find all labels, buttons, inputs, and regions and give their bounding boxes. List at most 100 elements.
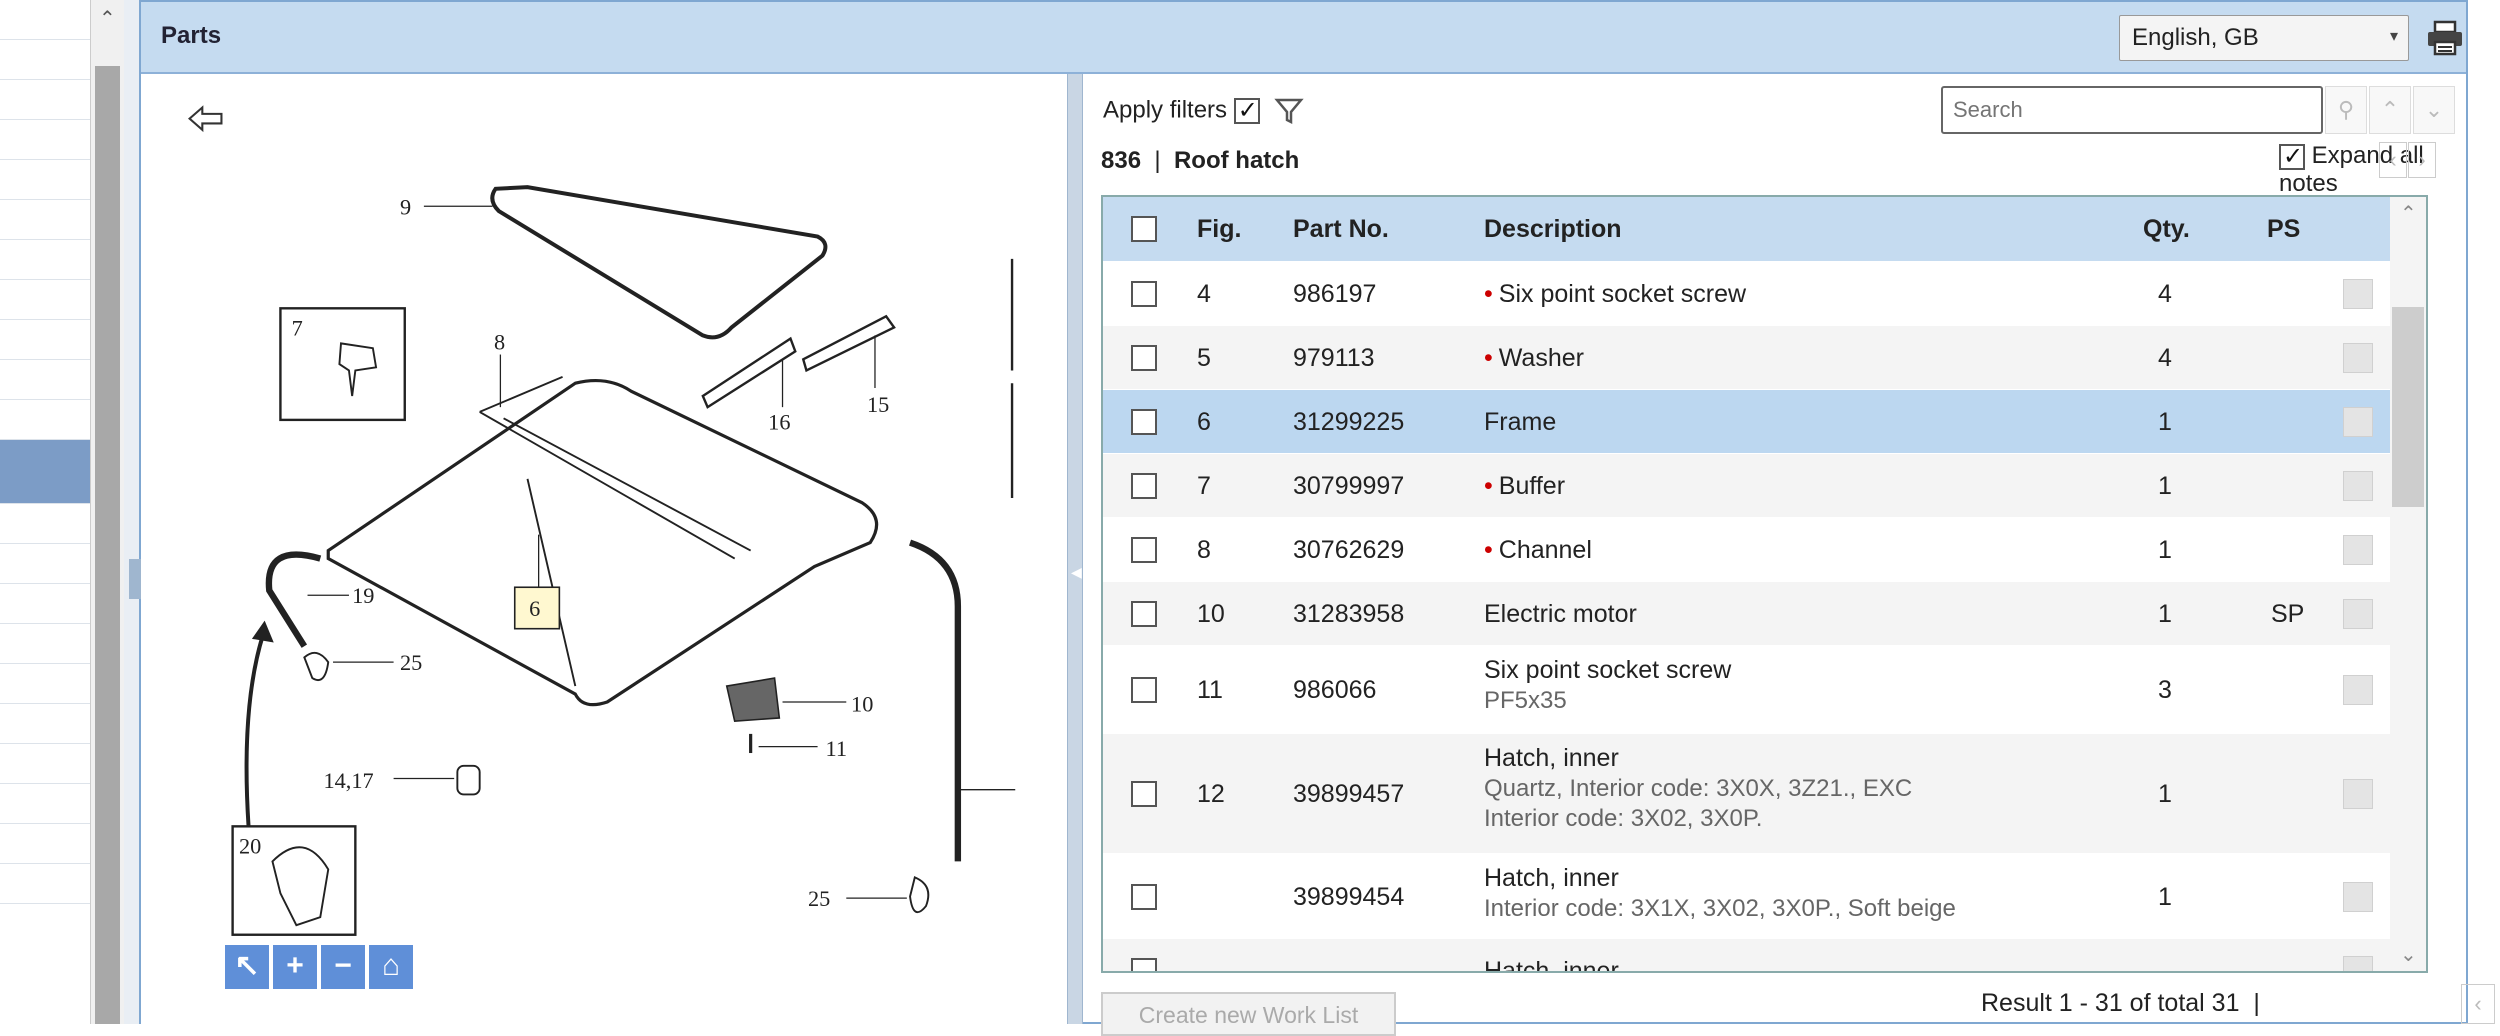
part-no-cell[interactable]: 30762629 [1293, 536, 1404, 565]
sidebar-scrollbar[interactable]: ⌃ [91, 0, 124, 1024]
row-checkbox[interactable] [1131, 601, 1157, 627]
sidebar-item[interactable] [0, 664, 90, 704]
callout-label[interactable]: 19 [352, 583, 374, 608]
row-checkbox[interactable] [1131, 281, 1157, 307]
callout-label[interactable]: 6 [529, 596, 540, 621]
parts-diagram[interactable]: 9 7 8 16 15 19 25 6 10 11 14,17 20 25 [141, 74, 1067, 1024]
table-row[interactable]: 11 986066 Six point socket screw PF5x35 3 [1103, 645, 2426, 733]
note-icon[interactable] [2343, 535, 2373, 565]
row-checkbox[interactable] [1131, 473, 1157, 499]
sidebar-item[interactable] [0, 80, 90, 120]
table-row[interactable]: 10 31283958 Electric motor 1 SP [1103, 581, 2426, 645]
part-no-cell[interactable]: 31299225 [1293, 408, 1404, 437]
sidebar-item[interactable] [0, 744, 90, 784]
part-no-cell[interactable]: 979113 [1293, 344, 1375, 373]
select-all-checkbox[interactable] [1131, 216, 1157, 242]
scrollbar-thumb[interactable] [95, 66, 120, 1024]
notes-next-icon[interactable]: › [2408, 142, 2436, 178]
sidebar-collapse-handle[interactable] [129, 559, 141, 599]
table-row[interactable]: 4 986197 • Six point socket screw 4 [1103, 261, 2426, 325]
row-checkbox[interactable] [1131, 409, 1157, 435]
row-checkbox[interactable] [1131, 677, 1157, 703]
note-icon[interactable] [2343, 407, 2373, 437]
note-icon[interactable] [2343, 779, 2373, 809]
apply-filters-checkbox[interactable] [1233, 96, 1260, 125]
page-prev-icon[interactable]: ‹ [2461, 984, 2495, 1024]
pointer-icon[interactable]: ↖ [225, 945, 269, 989]
notes-prev-icon[interactable]: ‹ [2379, 142, 2407, 178]
table-row[interactable]: Hatch, inner [1103, 938, 2426, 971]
callout-label[interactable]: 25 [400, 650, 422, 675]
note-icon[interactable] [2343, 471, 2373, 501]
table-row[interactable]: 7 30799997 • Buffer 1 [1103, 453, 2426, 517]
sidebar-item[interactable] [0, 360, 90, 400]
part-no-cell[interactable]: 39899457 [1293, 780, 1404, 809]
collapse-arrow-icon[interactable]: ◀ [1071, 564, 1082, 581]
callout-label[interactable]: 16 [768, 409, 790, 434]
sidebar-item[interactable] [0, 240, 90, 280]
note-icon[interactable] [2343, 343, 2373, 373]
sidebar-item[interactable] [0, 504, 90, 544]
note-icon[interactable] [2343, 675, 2373, 705]
part-no-cell[interactable]: 31283958 [1293, 600, 1404, 629]
home-icon[interactable]: ⌂ [369, 945, 413, 989]
sidebar-item[interactable] [0, 584, 90, 624]
table-row[interactable]: 6 31299225 Frame 1 [1103, 389, 2426, 453]
sidebar-item[interactable] [0, 864, 90, 904]
part-no-cell[interactable]: 30799997 [1293, 472, 1404, 501]
zoom-in-icon[interactable]: + [273, 945, 317, 989]
search-next-icon[interactable]: ⌄ [2413, 86, 2455, 134]
row-checkbox[interactable] [1131, 958, 1157, 971]
callout-label[interactable]: 20 [239, 833, 261, 858]
sidebar-item[interactable] [0, 400, 90, 440]
pane-splitter[interactable]: ◀ [1067, 74, 1083, 1024]
search-input[interactable] [1941, 86, 2323, 134]
sidebar-item[interactable] [0, 824, 90, 864]
callout-label[interactable]: 9 [400, 194, 411, 219]
sidebar-item[interactable] [0, 624, 90, 664]
create-work-list-button[interactable]: Create new Work List [1101, 992, 1396, 1036]
sidebar-item[interactable] [0, 0, 90, 40]
language-select[interactable]: English, GB ▾ [2119, 15, 2409, 61]
note-icon[interactable] [2343, 956, 2373, 971]
table-row[interactable]: 39899454 Hatch, inner Interior code: 3X1X… [1103, 853, 2426, 938]
scroll-up-icon[interactable]: ⌃ [99, 6, 116, 31]
search-prev-icon[interactable]: ⌃ [2369, 86, 2411, 134]
sidebar-item[interactable] [0, 280, 90, 320]
note-icon[interactable] [2343, 599, 2373, 629]
sidebar-item[interactable] [0, 784, 90, 824]
callout-label[interactable]: 10 [851, 692, 873, 717]
sidebar-item[interactable] [0, 120, 90, 160]
sidebar-item[interactable] [0, 320, 90, 360]
table-row[interactable]: 12 39899457 Hatch, inner Quartz, Interior… [1103, 733, 2426, 853]
callout-label[interactable]: 11 [826, 736, 847, 761]
sidebar-item[interactable] [0, 704, 90, 744]
note-icon[interactable] [2343, 881, 2373, 912]
sidebar-item[interactable] [0, 160, 90, 200]
table-row[interactable]: 8 30762629 • Channel 1 [1103, 517, 2426, 581]
part-no-cell[interactable]: 986066 [1293, 676, 1376, 705]
sidebar-item[interactable] [0, 40, 90, 80]
col-fig[interactable]: Fig. [1197, 215, 1241, 244]
callout-label[interactable]: 7 [292, 315, 303, 340]
table-scrollbar[interactable]: ⌃ ⌄ [2390, 197, 2426, 971]
note-icon[interactable] [2343, 279, 2373, 309]
part-no-cell[interactable]: 39899454 [1293, 883, 1404, 912]
callout-label[interactable]: 15 [867, 392, 889, 417]
part-no-cell[interactable]: 986197 [1293, 280, 1376, 309]
col-qty[interactable]: Qty. [2143, 215, 2190, 244]
scroll-up-icon[interactable]: ⌃ [2400, 201, 2417, 226]
printer-icon[interactable] [2425, 18, 2465, 58]
row-checkbox[interactable] [1131, 883, 1157, 910]
row-checkbox[interactable] [1131, 781, 1157, 807]
table-row[interactable]: 5 979113 • Washer 4 [1103, 325, 2426, 389]
sidebar-item-selected[interactable] [0, 440, 90, 504]
filter-icon[interactable] [1274, 96, 1305, 126]
callout-label[interactable]: 14,17 [323, 768, 373, 793]
sidebar-item[interactable] [0, 200, 90, 240]
row-checkbox[interactable] [1131, 537, 1157, 563]
expand-all-notes-checkbox[interactable] [2279, 142, 2305, 171]
callout-label[interactable]: 8 [494, 330, 505, 355]
search-icon[interactable]: ⚲ [2325, 86, 2367, 134]
scrollbar-thumb[interactable] [2392, 307, 2424, 507]
